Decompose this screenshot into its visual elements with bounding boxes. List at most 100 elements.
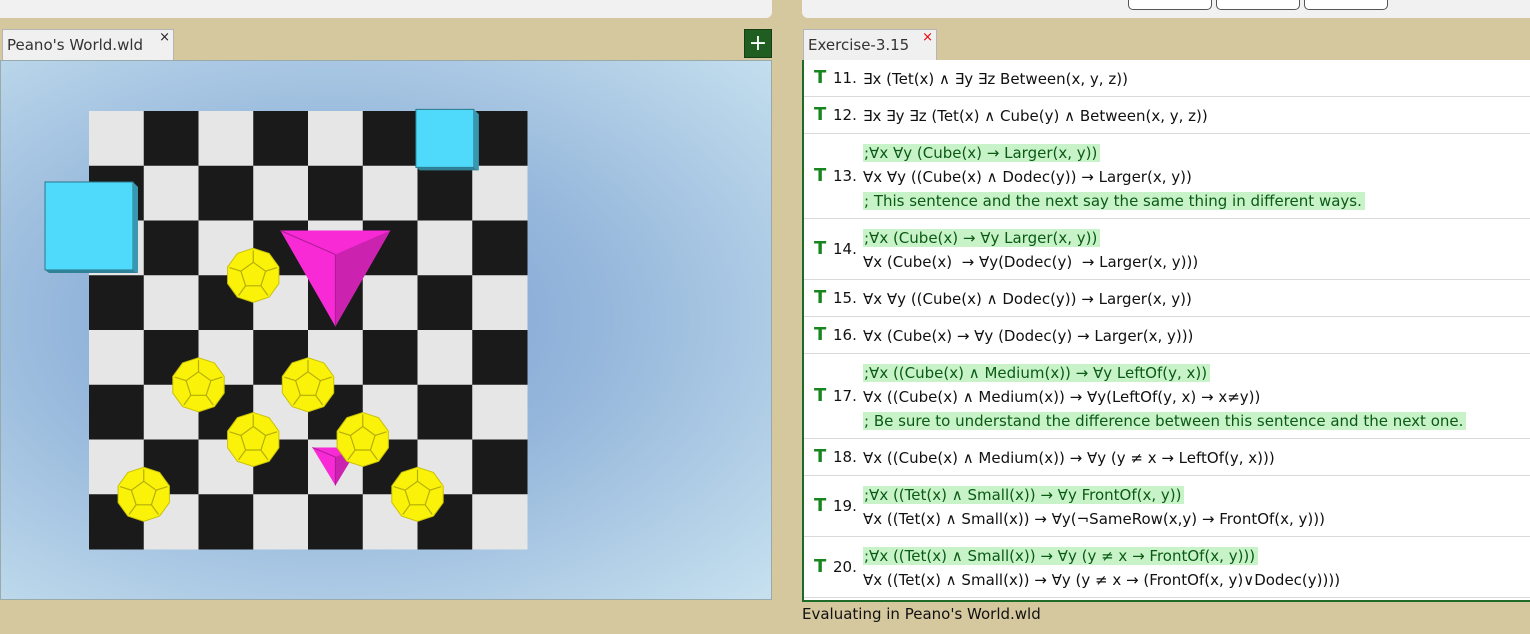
board-square[interactable] [143,165,199,221]
sentence-formula: ∀x ((Tet(x) ∧ Small(x)) → ∀y(¬SameRow(x,… [863,509,1325,528]
sentence-comment: ;∀x ∀y (Cube(x) → Larger(x, y)) [863,143,1101,162]
board-square[interactable] [472,330,528,386]
sentence-formula: ∀x ((Cube(x) ∧ Medium(x)) → ∀y (y ≠ x → … [863,448,1275,467]
cube-block[interactable] [415,108,479,171]
sentence-row[interactable]: T 18. ∀x ((Cube(x) ∧ Medium(x)) → ∀y (y ≠ … [804,439,1530,476]
dodec-block[interactable] [172,357,225,413]
truth-value: T [814,66,827,88]
sentence-comment: ;∀x ((Tet(x) ∧ Small(x)) → ∀y FrontOf(x,… [863,485,1185,504]
board-square[interactable] [472,439,528,495]
truth-value: T [814,384,827,406]
toolbar-button-2[interactable] [1216,0,1300,10]
world-toolbar-strip [0,0,772,18]
sentence-file-tab[interactable]: Exercise-3.15 × [803,29,937,60]
close-icon[interactable]: × [159,31,170,44]
sentence-toolbar-strip [802,0,1530,18]
sentence-comment: ; Be sure to understand the difference b… [863,411,1467,430]
dodec-block[interactable] [227,411,280,468]
board-square[interactable] [308,111,364,167]
truth-value: T [814,555,827,577]
sentence-number: 20. [833,557,857,576]
world-view[interactable] [0,60,772,600]
close-icon[interactable]: × [922,31,933,44]
sentence-formula: ∀x (Cube(x) → ∀y (Dodec(y) → Larger(x, y… [863,326,1194,345]
board-square[interactable] [417,330,473,386]
board-square[interactable] [253,111,309,167]
sentence-number: 17. [833,386,857,405]
sentence-row[interactable]: T 19. ;∀x ((Tet(x) ∧ Small(x)) → ∀y FrontO… [804,476,1530,537]
board-square[interactable] [143,220,199,276]
sentence-formula: ∀x ∀y ((Cube(x) ∧ Dodec(y)) → Larger(x, … [863,167,1192,186]
dodec-block[interactable] [281,357,335,413]
sentence-formula: ∀x (Cube(x) → ∀y(Dodec(y) → Larger(x, y)… [863,252,1199,271]
sentence-number: 18. [833,447,857,466]
truth-value: T [814,445,827,467]
sentence-row[interactable]: T 17. ;∀x ((Cube(x) ∧ Medium(x)) → ∀y Left… [804,354,1530,439]
sentence-number: 16. [833,325,857,344]
sentence-row[interactable]: T 13. ;∀x ∀y (Cube(x) → Larger(x, y)) ∀x ∀y… [804,134,1530,219]
board-square[interactable] [89,330,145,386]
board-square[interactable] [198,111,254,167]
board-square[interactable] [362,165,418,221]
sentence-comment: ;∀x (Cube(x) → ∀y Larger(x, y)) [863,228,1101,247]
board-square[interactable] [472,275,528,331]
board-square[interactable] [198,494,254,550]
sentence-tab-label: Exercise-3.15 [808,36,910,54]
add-world-button[interactable]: + [744,29,772,58]
truth-value: T [814,286,827,308]
board-square[interactable] [417,275,473,331]
sentence-row[interactable]: T 12. ∃x ∃y ∃z (Tet(x) ∧ Cube(y) ∧ Between… [804,97,1530,134]
board-square[interactable] [143,275,199,331]
sentence-row[interactable]: T 14. ;∀x (Cube(x) → ∀y Larger(x, y)) ∀x (C… [804,219,1530,280]
sentence-number: 14. [833,239,857,258]
sentence-number: 12. [833,105,857,124]
dodec-block[interactable] [227,247,280,303]
sentence-number: 11. [833,68,857,87]
board-square[interactable] [89,384,145,440]
toolbar-button-3[interactable] [1304,0,1388,10]
board-square[interactable] [472,384,528,440]
board-square[interactable] [308,494,364,550]
dodec-block[interactable] [391,466,444,522]
sentence-formula: ∀x ∀y ((Cube(x) ∧ Dodec(y)) → Larger(x, … [863,289,1192,308]
truth-value: T [814,103,827,125]
board-square[interactable] [89,111,145,167]
dodec-block[interactable] [336,411,389,468]
sentence-formula: ∃x ∃y ∃z (Tet(x) ∧ Cube(y) ∧ Between(x, … [863,106,1208,125]
board-square[interactable] [472,111,528,167]
board-square[interactable] [308,165,364,221]
sentence-number: 13. [833,166,857,185]
board-square[interactable] [472,494,528,550]
truth-value: T [814,237,827,259]
board-square[interactable] [362,330,418,386]
sentence-formula: ∀x ((Tet(x) ∧ Small(x)) → ∀y (y ≠ x → (F… [863,570,1341,589]
sentence-comment: ;∀x ((Tet(x) ∧ Small(x)) → ∀y (y ≠ x → F… [863,546,1259,565]
board-square[interactable] [362,275,418,331]
board-square[interactable] [253,494,309,550]
toolbar-button-1[interactable] [1128,0,1212,10]
sentence-row[interactable]: T 16. ∀x (Cube(x) → ∀y (Dodec(y) → Larger(… [804,317,1530,354]
board-square[interactable] [143,111,199,167]
board-square[interactable] [362,111,418,167]
sentence-list[interactable]: T 11. ∃x (Tet(x) ∧ ∃y ∃z Between(x, y, z))… [802,60,1530,602]
cube-block[interactable] [44,181,138,273]
sentence-comment: ; This sentence and the next say the sam… [863,191,1365,210]
board-square[interactable] [417,220,473,276]
board-square[interactable] [253,165,309,221]
sentence-row[interactable]: T 15. ∀x ∀y ((Cube(x) ∧ Dodec(y)) → Larger… [804,280,1530,317]
truth-value: T [814,164,827,186]
truth-value: T [814,323,827,345]
board-square[interactable] [472,165,528,221]
board-square[interactable] [417,165,473,221]
sentence-row[interactable]: T 11. ∃x (Tet(x) ∧ ∃y ∃z Between(x, y, z)) [804,60,1530,97]
world-board[interactable] [1,61,772,600]
board-square[interactable] [417,384,473,440]
truth-value: T [814,494,827,516]
board-square[interactable] [89,275,145,331]
dodec-block[interactable] [117,466,170,522]
world-file-tab[interactable]: Peano's World.wld × [2,29,174,60]
sentence-number: 19. [833,496,857,515]
board-square[interactable] [198,165,254,221]
sentence-row[interactable]: T 20. ;∀x ((Tet(x) ∧ Small(x)) → ∀y (y ≠ x… [804,537,1530,598]
board-square[interactable] [472,220,528,276]
